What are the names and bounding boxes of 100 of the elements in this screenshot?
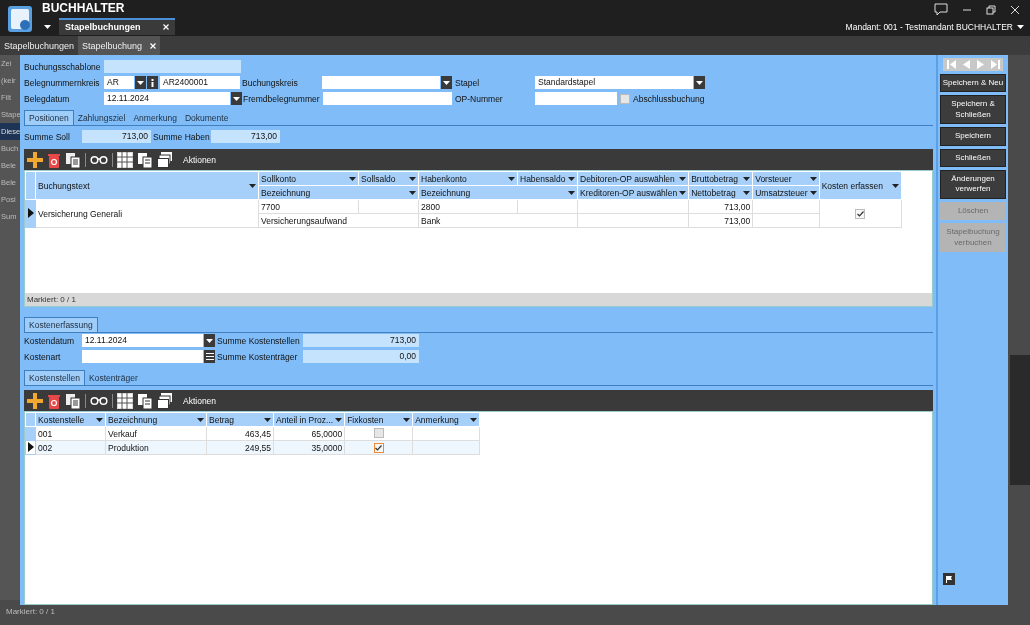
dropdown-button[interactable] [694,76,705,89]
document-number-field[interactable]: AR2400001 [160,76,240,89]
column-header[interactable]: Debitoren-OP auswählen [577,171,689,186]
template-field[interactable] [104,60,241,73]
column-header[interactable]: Buchungstext [35,171,259,200]
sum-label: Summe Soll [24,131,71,142]
client-selector[interactable]: Mandant: 001 - Testmandant BUCHHALTER [845,22,1024,32]
date-field[interactable]: 12.11.2024 [82,334,203,347]
dropdown-button[interactable] [441,76,452,89]
action-button[interactable]: Änderungen verwerfen [940,169,1006,199]
column-header[interactable]: Anmerkung [412,412,480,427]
tab[interactable]: Positionen [24,110,74,125]
row-pointer-icon [27,441,34,452]
caret-icon [197,417,204,422]
action-button[interactable]: Schließen [940,148,1006,167]
checkbox[interactable] [855,208,866,219]
glasses-icon[interactable] [90,395,108,406]
caret-icon[interactable] [44,24,51,29]
sum-field: 0,00 [303,350,419,363]
close-icon[interactable] [1010,4,1020,15]
column-header[interactable]: Habenkonto [418,171,518,186]
table-cell: 713,00 [688,199,753,214]
tab[interactable]: Zahlungsziel [73,111,130,125]
module-tab[interactable]: Stapelbuchungen [59,18,175,35]
date-field[interactable]: 12.11.2024 [104,92,230,105]
action-button[interactable]: Speichern & Neu [940,74,1006,93]
dropdown-button[interactable] [135,76,146,89]
checkbox[interactable] [373,442,384,453]
column-header[interactable]: Sollkonto [258,171,359,186]
dropdown-button[interactable] [231,92,242,105]
caret-icon [679,190,687,195]
column-header[interactable]: Sollsaldo [358,171,419,186]
table-cell: 7700 [258,199,359,214]
copy-icon[interactable] [137,151,153,168]
sum-label: Summe Kostenträger [217,351,299,362]
caret-icon [233,96,240,101]
tab[interactable]: Dokumente [180,111,233,125]
plus-icon[interactable] [27,151,43,168]
caret-icon [568,190,575,195]
caret-icon [679,176,687,181]
info-button[interactable] [147,76,158,89]
flag-icon[interactable] [943,573,955,585]
plus-icon[interactable] [27,392,43,409]
sum-field: 713,00 [211,130,280,143]
sum-label: Summe Haben [153,131,211,142]
tab[interactable]: Anmerkung [129,111,181,125]
op-number-field[interactable] [535,92,617,105]
copy-icon[interactable] [65,151,81,168]
column-header[interactable]: Bezeichnung [105,412,207,427]
action-button[interactable]: Speichern & Schließen [940,95,1006,125]
caret-icon [809,190,817,195]
field-label: Belegnummernkreis [24,77,101,88]
copy-icon[interactable] [65,392,81,409]
documents-icon[interactable] [157,151,173,168]
tab[interactable]: Kostenstellen [24,370,86,385]
documents-icon[interactable] [157,392,173,409]
column-header[interactable]: Anteil in Proz... [273,412,345,427]
caret-icon [696,80,703,85]
checkbox[interactable] [373,427,384,438]
column-header[interactable]: Habensaldo [517,171,578,186]
field-label: Buchungsschablone [24,61,102,72]
trash-icon[interactable] [47,392,61,409]
actions-menu[interactable]: Aktionen [183,395,217,406]
document-tab[interactable]: Stapelbuchungen [0,36,79,55]
row-pointer-icon [27,207,34,218]
grid-icon[interactable] [117,392,133,409]
tab[interactable]: Kostenträger [85,371,142,385]
restore-icon[interactable] [986,4,996,15]
batch-field[interactable]: Standardstapel [535,76,693,89]
column-header[interactable]: Betrag [206,412,274,427]
copy-icon[interactable] [137,392,153,409]
trash-icon[interactable] [47,151,61,168]
chat-icon[interactable] [934,3,948,16]
caret-icon [891,183,899,188]
actions-menu[interactable]: Aktionen [183,154,217,165]
booking-circle-field[interactable] [322,76,440,89]
number-range-field[interactable]: AR [104,76,134,89]
tab[interactable]: Kostenerfassung [24,317,98,332]
caret-icon [568,176,575,181]
external-number-field[interactable] [323,92,452,105]
caret-icon [508,176,515,181]
grid-icon[interactable] [117,151,133,168]
app-title: BUCHHALTER [42,1,126,15]
caret-icon [137,80,144,85]
app-logo-icon [8,6,32,32]
column-header[interactable]: Bruttobetrag [688,171,753,186]
checkbox[interactable] [620,93,630,104]
column-header[interactable]: Kostenstelle [35,412,106,427]
glasses-icon[interactable] [90,154,108,165]
column-header[interactable]: Kosten erfassen [819,171,902,200]
column-header[interactable]: Fixkosten [344,412,413,427]
field-label: Kostenart [24,351,62,362]
column-header[interactable]: Vorsteuer [752,171,820,186]
field-label: Buchungskreis [242,77,299,88]
cost-type-field[interactable] [82,350,203,363]
list-icon [205,353,214,360]
action-button[interactable]: Speichern [940,127,1006,146]
list-button[interactable] [204,350,215,363]
dropdown-button[interactable] [204,334,215,347]
document-tab[interactable]: Stapelbuchung [78,36,161,55]
